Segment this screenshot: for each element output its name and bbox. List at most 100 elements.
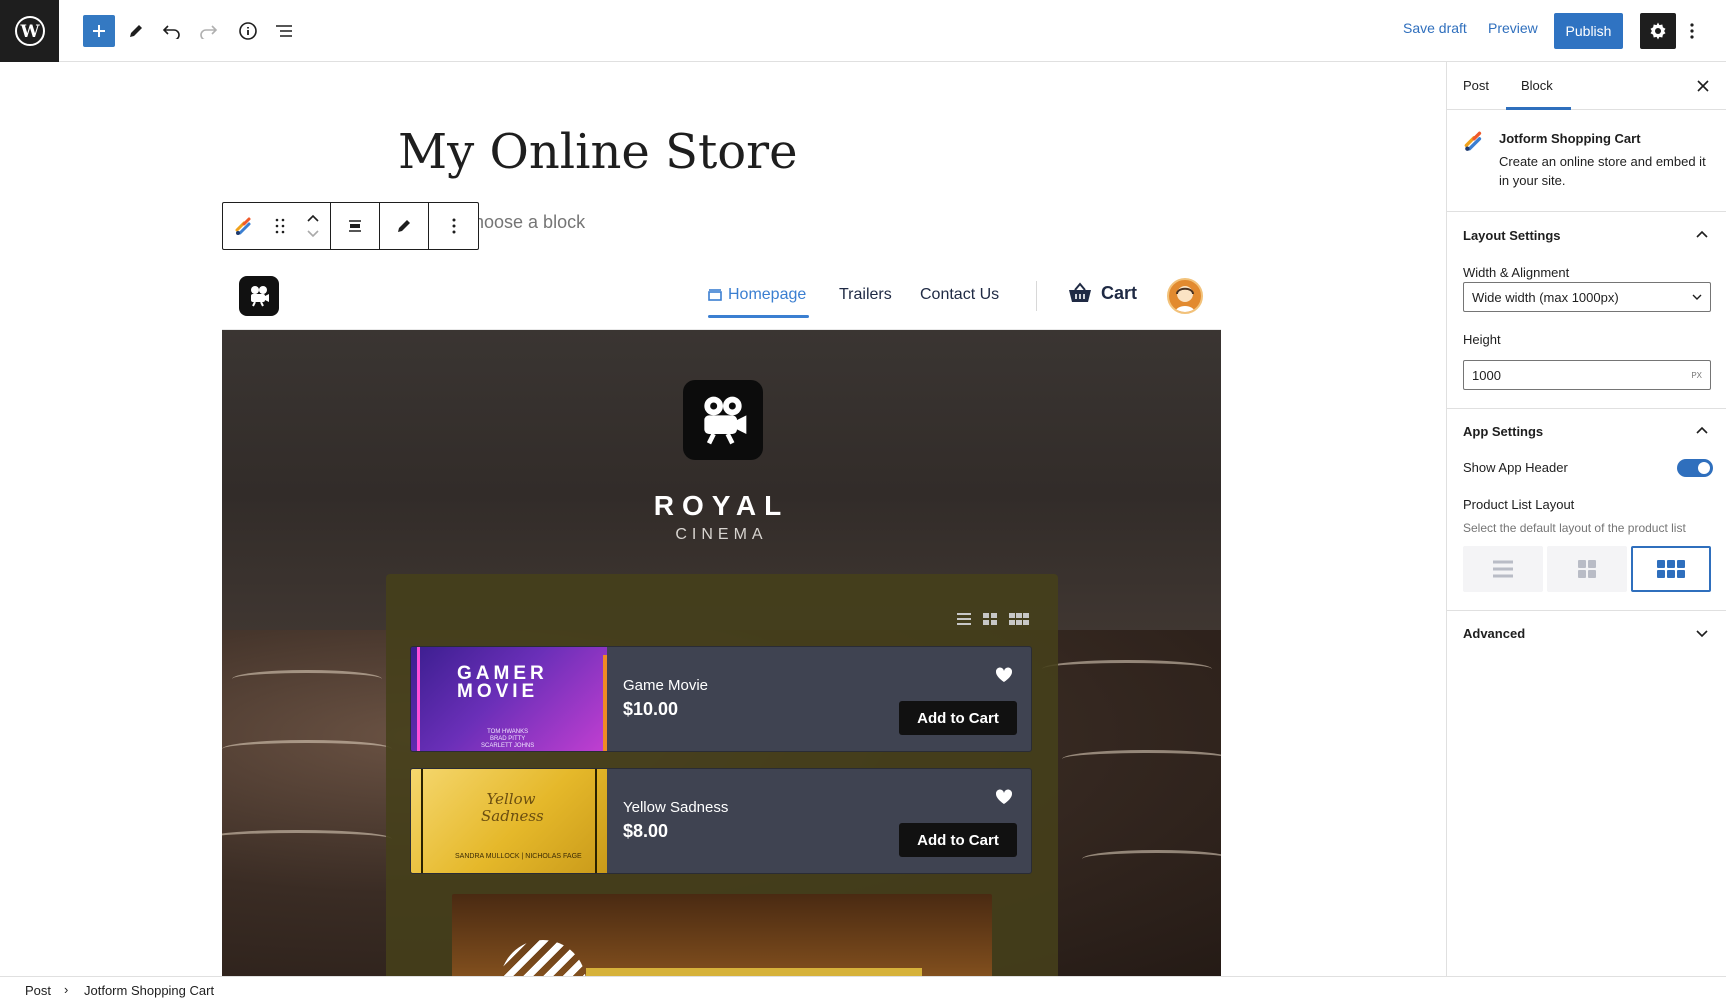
- chevron-down-icon: [1692, 294, 1702, 300]
- breadcrumb-post[interactable]: Post: [25, 983, 51, 998]
- close-icon[interactable]: [1693, 76, 1713, 96]
- product-price: $8.00: [623, 821, 669, 841]
- cinema-camera-logo-icon[interactable]: [239, 276, 279, 316]
- advanced-panel-toggle[interactable]: Advanced: [1447, 610, 1726, 656]
- grid-3-layout-icon: [1657, 560, 1685, 578]
- layout-option-grid-3[interactable]: [1631, 546, 1711, 592]
- redo-icon[interactable]: [192, 15, 224, 47]
- block-description: Create an online store and embed it in y…: [1499, 154, 1706, 188]
- breadcrumb: Post › Jotform Shopping Cart: [0, 976, 1726, 1002]
- app-settings-panel-toggle[interactable]: App Settings: [1447, 408, 1726, 454]
- layout-settings-title: Layout Settings: [1463, 228, 1561, 243]
- show-app-header-toggle[interactable]: [1677, 459, 1713, 477]
- sidebar-tabs: Post Block: [1447, 62, 1726, 110]
- jotform-block-icon[interactable]: [234, 216, 254, 236]
- product-poster-image: Yellow Sadness SANDRA MULLOCK | NICHOLAS…: [411, 769, 607, 873]
- wordpress-logo-icon[interactable]: W: [0, 0, 59, 62]
- width-alignment-select[interactable]: Wide width (max 1000px): [1463, 282, 1711, 312]
- product-list-panel: GAMER MOVIE TOM HWANKS BRAD PITTY SCARLE…: [386, 574, 1058, 976]
- add-to-cart-button[interactable]: Add to Cart: [899, 701, 1017, 735]
- layout-settings-panel-toggle[interactable]: Layout Settings: [1447, 212, 1726, 258]
- user-avatar[interactable]: [1167, 278, 1203, 314]
- block-info-card: Jotform Shopping Cart Create an online s…: [1447, 110, 1726, 212]
- tab-post[interactable]: Post: [1463, 78, 1489, 93]
- nav-homepage-label: Homepage: [728, 286, 807, 303]
- block-type-group: [223, 203, 331, 249]
- tools-pencil-icon[interactable]: [120, 15, 152, 47]
- product-name: Yellow Sadness: [623, 799, 729, 816]
- settings-sidebar: Post Block Jotform Shopping Cart Create …: [1446, 62, 1726, 976]
- cart-label: Cart: [1101, 282, 1138, 303]
- product-card-partial[interactable]: [452, 894, 992, 976]
- post-title[interactable]: My Online Store: [398, 124, 798, 180]
- breadcrumb-chevron-icon: ›: [64, 982, 69, 997]
- block-placeholder-text[interactable]: hoose a block: [474, 212, 585, 233]
- settings-gear-icon[interactable]: [1640, 13, 1676, 49]
- block-toolbar: [222, 202, 479, 250]
- favorite-heart-icon[interactable]: [995, 667, 1013, 688]
- app-header: Homepage Trailers Contact Us Cart: [222, 264, 1221, 330]
- product-name: Game Movie: [623, 677, 709, 694]
- royal-cinema-logo-icon: [683, 380, 763, 460]
- brand-name: ROYAL: [653, 490, 790, 521]
- align-wide-icon[interactable]: [331, 203, 380, 249]
- width-alignment-value: Wide width (max 1000px): [1472, 289, 1619, 305]
- publish-button[interactable]: Publish: [1554, 13, 1623, 49]
- editor-canvas: My Online Store hoose a block Homepage T…: [0, 62, 1446, 976]
- list-layout-icon: [1493, 560, 1513, 578]
- product-layout-switcher: [956, 612, 1030, 626]
- product-list-layout-label: Product List Layout: [1463, 497, 1575, 512]
- width-alignment-label: Width & Alignment: [1463, 265, 1570, 280]
- show-app-header-label: Show App Header: [1463, 460, 1568, 475]
- height-input[interactable]: 1000 PX: [1463, 360, 1711, 390]
- poster-yellow-band: [586, 968, 922, 976]
- undo-icon[interactable]: [156, 15, 188, 47]
- list-view-icon[interactable]: [268, 15, 300, 47]
- preview-button[interactable]: Preview: [1488, 20, 1538, 36]
- nav-divider: [1036, 281, 1037, 311]
- jotform-shopping-cart-embed: Homepage Trailers Contact Us Cart ROYAL …: [222, 264, 1221, 976]
- details-info-icon[interactable]: [232, 15, 264, 47]
- layout-option-grid-2[interactable]: [1547, 546, 1627, 592]
- favorite-heart-icon[interactable]: [995, 789, 1013, 810]
- app-settings-title: App Settings: [1463, 424, 1544, 439]
- product-card[interactable]: GAMER MOVIE TOM HWANKS BRAD PITTY SCARLE…: [410, 646, 1032, 752]
- nav-contact-us[interactable]: Contact Us: [920, 286, 999, 304]
- shopping-basket-icon: [1069, 282, 1091, 302]
- editor-top-toolbar: W Save draft Preview Publish: [0, 0, 1726, 62]
- poster-cast: SANDRA MULLOCK | NICHOLAS FAGE: [455, 853, 582, 860]
- edit-pencil-icon[interactable]: [380, 203, 429, 249]
- grid-3-layout-icon[interactable]: [1008, 612, 1030, 626]
- grid-2-layout-icon[interactable]: [982, 612, 998, 626]
- svg-text:W: W: [19, 22, 40, 42]
- product-card[interactable]: Yellow Sadness SANDRA MULLOCK | NICHOLAS…: [410, 768, 1032, 874]
- add-to-cart-button[interactable]: Add to Cart: [899, 823, 1017, 857]
- drag-handle-icon[interactable]: [275, 218, 285, 234]
- chevron-up-icon: [1696, 230, 1708, 238]
- layout-option-list[interactable]: [1463, 546, 1543, 592]
- height-unit: PX: [1691, 370, 1702, 380]
- height-value: 1000: [1472, 367, 1501, 383]
- options-kebab-icon[interactable]: [1684, 15, 1700, 47]
- chevron-up-icon: [1696, 426, 1708, 434]
- jotform-block-icon: [1463, 130, 1485, 157]
- block-title: Jotform Shopping Cart: [1499, 131, 1641, 146]
- nav-active-underline: [708, 315, 809, 318]
- product-price: $10.00: [623, 699, 679, 719]
- brand-subtitle: CINEMA: [675, 526, 768, 543]
- add-block-button[interactable]: [83, 15, 115, 47]
- product-poster-image: GAMER MOVIE TOM HWANKS BRAD PITTY SCARLE…: [411, 647, 607, 751]
- poster-title: Yellow Sadness: [481, 790, 544, 825]
- advanced-title: Advanced: [1463, 626, 1526, 641]
- grid-2-layout-icon: [1578, 560, 1596, 578]
- list-layout-icon[interactable]: [956, 612, 972, 626]
- cart-button[interactable]: Cart: [1067, 282, 1137, 304]
- breadcrumb-block[interactable]: Jotform Shopping Cart: [84, 983, 214, 998]
- nav-trailers[interactable]: Trailers: [839, 286, 892, 304]
- move-up-down-chevron-icon[interactable]: [306, 212, 320, 240]
- nav-homepage[interactable]: Homepage: [708, 286, 806, 304]
- tab-block[interactable]: Block: [1521, 78, 1553, 93]
- home-store-icon: [708, 289, 722, 301]
- block-options-kebab-icon[interactable]: [429, 203, 478, 249]
- save-draft-button[interactable]: Save draft: [1403, 20, 1467, 36]
